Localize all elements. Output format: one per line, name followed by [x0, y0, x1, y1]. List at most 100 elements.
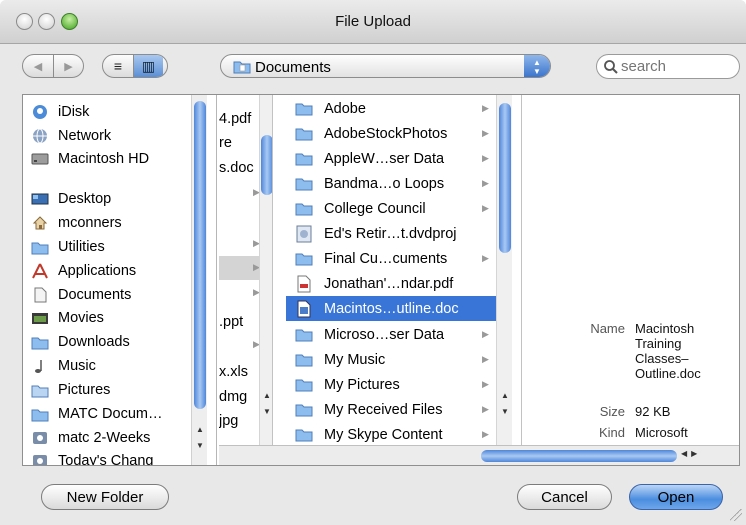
name-key: Name [590, 321, 625, 336]
sidebar-scroll-thumb[interactable] [194, 101, 206, 409]
list-item[interactable]: My Pictures ▶ [286, 372, 496, 397]
sidebar-item-movies[interactable]: Movies [31, 307, 104, 329]
sidebar-item-music[interactable]: Music [31, 355, 96, 377]
movies-icon [31, 310, 49, 326]
folder-icon [294, 125, 314, 143]
column-1-scroll-thumb[interactable] [261, 135, 272, 195]
sidebar-scrollbar[interactable]: ▲ ▼ [191, 95, 207, 465]
disclosure-arrow-icon: ▶ [482, 203, 489, 213]
scroll-down-arrow-icon[interactable]: ▼ [261, 407, 272, 416]
search-field[interactable] [596, 54, 740, 79]
folder-icon [294, 200, 314, 218]
applications-icon [31, 263, 49, 279]
sidebar-item-mconners[interactable]: mconners [31, 212, 122, 234]
list-item[interactable]: jpg [219, 409, 259, 433]
name-line: Macintosh [635, 321, 695, 336]
view-mode-buttons: ≡ ▥ [102, 54, 168, 78]
item-label: My Music [324, 351, 386, 368]
item-label: Macintos…utline.doc [324, 300, 459, 317]
list-item[interactable]: My Music ▶ [286, 347, 496, 372]
resize-grip-icon[interactable] [730, 509, 742, 521]
list-item[interactable]: My Received Files ▶ [286, 397, 496, 422]
horizontal-scrollbar[interactable]: ◀▶ [219, 445, 739, 465]
search-input[interactable] [621, 57, 731, 76]
list-item[interactable]: .ppt [219, 310, 259, 334]
folder-icon [294, 150, 314, 168]
location-popup[interactable]: Documents ▲ ▼ [220, 54, 551, 78]
sidebar-item-label: Network [58, 128, 112, 144]
list-item-selected[interactable]: Macintos…utline.doc [286, 296, 496, 321]
list-item[interactable]: My Skype Content ▶ [286, 422, 496, 445]
kind-key: Kind [598, 425, 625, 440]
sidebar-item-applications[interactable]: Applications [31, 260, 136, 282]
back-button[interactable]: ◀ [23, 55, 53, 77]
scroll-down-arrow-icon[interactable]: ▼ [499, 407, 511, 416]
horizontal-scroll-thumb[interactable] [481, 450, 677, 462]
sidebar-item-documents[interactable]: Documents [31, 284, 131, 306]
browser-column-2: Adobe ▶ AdobeStockPhotos ▶ AppleW…ser Da… [286, 95, 522, 445]
folder-icon [294, 326, 314, 344]
disclosure-arrow-icon: ▶ [482, 429, 489, 439]
folder-icon [294, 401, 314, 419]
list-item[interactable]: s.doc [219, 156, 259, 180]
scroll-up-arrow-icon[interactable]: ▲ [261, 391, 272, 400]
forward-button[interactable]: ▶ [53, 55, 83, 77]
scroll-down-arrow-icon[interactable]: ▼ [194, 441, 206, 450]
list-view-button[interactable]: ≡ [103, 55, 133, 77]
search-icon [603, 59, 619, 78]
column-2-scrollbar[interactable]: ▲ ▼ [496, 95, 512, 445]
list-item[interactable]: Final Cu…cuments ▶ [286, 246, 496, 271]
list-item[interactable]: AdobeStockPhotos ▶ [286, 121, 496, 146]
scroll-up-arrow-icon[interactable]: ▲ [499, 391, 511, 400]
item-label: My Skype Content [324, 426, 443, 443]
title-bar: File Upload [0, 0, 746, 44]
cancel-button[interactable]: Cancel [517, 484, 612, 510]
scroll-up-arrow-icon[interactable]: ▲ [194, 425, 206, 434]
sidebar-item-label: Music [58, 358, 96, 374]
item-label: Microso…ser Data [324, 326, 445, 343]
window-title: File Upload [335, 13, 411, 30]
item-label: My Pictures [324, 376, 400, 393]
open-button[interactable]: Open [629, 484, 723, 510]
list-item[interactable]: dmg [219, 385, 259, 409]
sidebar-item-downloads[interactable]: Downloads [31, 331, 130, 353]
list-item[interactable]: College Council ▶ [286, 196, 496, 221]
sidebar-item-desktop[interactable]: Desktop [31, 188, 111, 210]
sidebar-item-utilities[interactable]: Utilities [31, 236, 105, 258]
folder-icon [294, 175, 314, 193]
sidebar-item-matc-documents[interactable]: MATC Docum… [31, 403, 162, 425]
list-item[interactable]: Microso…ser Data ▶ [286, 322, 496, 347]
sidebar-item-matc-2-weeks[interactable]: matc 2-Weeks [31, 427, 150, 449]
list-item[interactable]: Bandma…o Loops ▶ [286, 171, 496, 196]
folder-icon [31, 406, 49, 422]
list-item[interactable]: re [219, 131, 259, 155]
pictures-icon [31, 382, 49, 398]
new-folder-button[interactable]: New Folder [41, 484, 169, 510]
sidebar-item-network[interactable]: Network [31, 125, 111, 147]
sidebar-item-todays-changes[interactable]: Today's Chang [31, 450, 153, 465]
column-1-scrollbar[interactable]: ▲ ▼ [259, 95, 272, 445]
sidebar-item-macintosh-hd[interactable]: Macintosh HD [31, 148, 149, 170]
sidebar-item-label: mconners [58, 215, 122, 231]
list-item[interactable]: 4.pdf [219, 107, 259, 131]
kind-value: Microsoft [635, 425, 688, 440]
item-label: Bandma…o Loops [324, 175, 445, 192]
column-view-button[interactable]: ▥ [133, 55, 163, 77]
column-2-scroll-thumb[interactable] [499, 103, 511, 253]
list-item[interactable]: Adobe ▶ [286, 96, 496, 121]
disclosure-arrow-icon: ▶ [482, 379, 489, 389]
disclosure-arrow-icon: ▶ [482, 354, 489, 364]
list-item[interactable]: x.xls [219, 360, 259, 384]
sidebar-item-idisk[interactable]: iDisk [31, 101, 89, 123]
list-item[interactable]: Jonathan'…ndar.pdf [286, 271, 496, 296]
sidebar-item-pictures[interactable]: Pictures [31, 379, 110, 401]
list-item[interactable]: AppleW…ser Data ▶ [286, 146, 496, 171]
horizontal-scroll-arrows-icon[interactable]: ◀▶ [681, 449, 701, 458]
preview-kind: Kind Microsoft [523, 425, 739, 443]
desktop-icon [31, 191, 49, 207]
hard-drive-icon [31, 151, 49, 167]
sidebar-item-label: matc 2-Weeks [58, 430, 151, 446]
item-label: My Received Files [324, 401, 443, 418]
list-item[interactable]: Ed's Retir…t.dvdproj [286, 221, 496, 246]
name-line: Training [635, 336, 682, 351]
